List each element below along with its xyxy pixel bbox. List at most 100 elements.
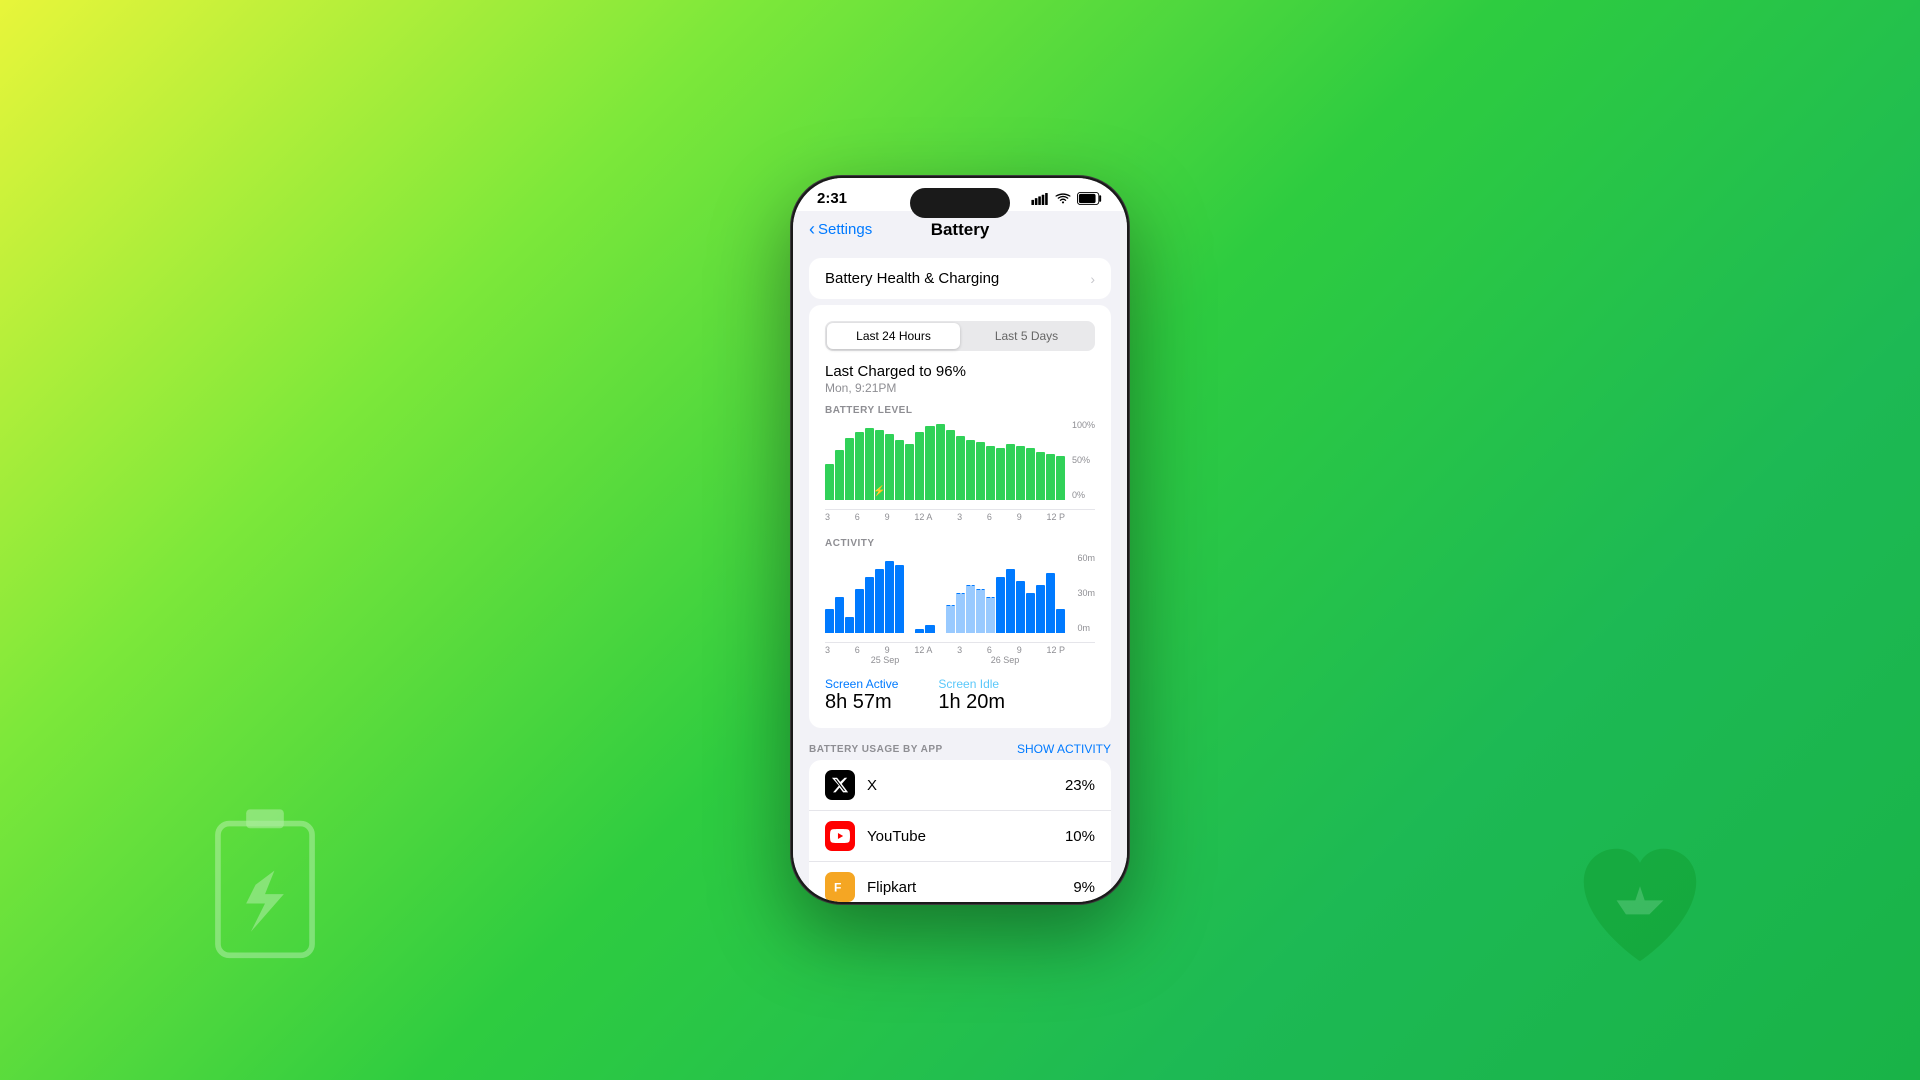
youtube-logo bbox=[830, 826, 850, 846]
act-x-12p: 12 P bbox=[1046, 645, 1065, 655]
activity-bar bbox=[1026, 593, 1035, 633]
battery-health-row[interactable]: Battery Health & Charging › bbox=[809, 258, 1111, 299]
app-row-flipkart[interactable]: F Flipkart 9% bbox=[809, 862, 1111, 902]
back-chevron: ‹ bbox=[809, 219, 815, 240]
battery-bar bbox=[835, 450, 844, 500]
activity-bar bbox=[1056, 609, 1065, 633]
act-y-0: 0m bbox=[1077, 623, 1095, 633]
activity-bar bbox=[875, 569, 884, 633]
phone-screen: 2:31 bbox=[793, 178, 1127, 902]
activity-bar bbox=[865, 577, 874, 633]
battery-health-card[interactable]: Battery Health & Charging › bbox=[809, 258, 1111, 299]
activity-bar bbox=[895, 565, 904, 633]
x-app-name: X bbox=[867, 777, 1053, 794]
wifi-icon bbox=[1054, 193, 1072, 205]
time-range-selector[interactable]: Last 24 Hours Last 5 Days bbox=[825, 321, 1095, 351]
screen-active-label: Screen Active bbox=[825, 677, 898, 691]
youtube-app-icon bbox=[825, 821, 855, 851]
battery-x-labels: 3 6 9 12 A 3 6 9 12 P bbox=[825, 512, 1095, 522]
x-label-3pm: 3 bbox=[957, 512, 962, 522]
battery-y-labels: 100% 50% 0% bbox=[1072, 420, 1095, 500]
health-chevron: › bbox=[1090, 271, 1095, 287]
screen-active-value: 8h 57m bbox=[825, 691, 898, 714]
back-button[interactable]: ‹ Settings bbox=[809, 219, 872, 240]
activity-bar bbox=[825, 609, 834, 633]
battery-bar bbox=[1056, 456, 1065, 500]
app-row-x[interactable]: X 23% bbox=[809, 760, 1111, 811]
activity-bar bbox=[956, 593, 965, 633]
activity-bar bbox=[996, 577, 1005, 633]
activity-date-labels: 25 Sep 26 Sep bbox=[825, 655, 1095, 665]
x-app-icon bbox=[825, 770, 855, 800]
act-x-12a: 12 A bbox=[914, 645, 932, 655]
activity-bar bbox=[966, 585, 975, 633]
dynamic-island bbox=[910, 188, 1010, 218]
battery-bar bbox=[976, 442, 985, 500]
screen-activity: Screen Active 8h 57m Screen Idle 1h 20m bbox=[809, 667, 1111, 724]
act-x-6p: 6 bbox=[987, 645, 992, 655]
battery-bar bbox=[946, 430, 955, 500]
screen-idle-item: Screen Idle 1h 20m bbox=[938, 677, 1005, 714]
battery-level-chart: 100% 50% 0% ⚡ bbox=[825, 420, 1095, 510]
charge-title: Last Charged to 96% bbox=[825, 363, 1095, 380]
activity-label: ACTIVITY bbox=[825, 538, 1095, 549]
y-label-100: 100% bbox=[1072, 420, 1095, 430]
activity-bar bbox=[925, 625, 934, 633]
battery-bar bbox=[936, 424, 945, 500]
content-area[interactable]: Battery Health & Charging › Last 24 Hour… bbox=[793, 244, 1127, 902]
chart-card: Last 24 Hours Last 5 Days Last Charged t… bbox=[809, 305, 1111, 728]
bg-heart-icon bbox=[1560, 830, 1720, 980]
date-26sep: 26 Sep bbox=[991, 655, 1020, 665]
act-x-9p: 9 bbox=[1017, 645, 1022, 655]
y-label-50: 50% bbox=[1072, 455, 1095, 465]
status-time: 2:31 bbox=[817, 190, 847, 207]
activity-bar bbox=[946, 605, 955, 633]
battery-bar bbox=[1006, 444, 1015, 500]
battery-bar bbox=[845, 438, 854, 500]
battery-bar bbox=[1026, 448, 1035, 500]
charge-time: Mon, 9:21PM bbox=[825, 381, 1095, 395]
battery-icon bbox=[1077, 192, 1103, 205]
y-label-0: 0% bbox=[1072, 490, 1095, 500]
activity-bar bbox=[986, 597, 995, 633]
screen-active-item: Screen Active 8h 57m bbox=[825, 677, 898, 714]
battery-health-label: Battery Health & Charging bbox=[825, 270, 999, 287]
battery-bar bbox=[915, 432, 924, 500]
status-icons bbox=[1031, 192, 1103, 205]
x-label-12p: 12 P bbox=[1046, 512, 1065, 522]
x-label-3am: 3 bbox=[825, 512, 830, 522]
act-y-60: 60m bbox=[1077, 553, 1095, 563]
x-label-6am: 6 bbox=[855, 512, 860, 522]
screen-idle-value: 1h 20m bbox=[938, 691, 1005, 714]
battery-level-label: BATTERY LEVEL bbox=[825, 405, 1095, 416]
svg-text:F: F bbox=[834, 881, 841, 895]
back-label[interactable]: Settings bbox=[818, 221, 872, 238]
battery-bar bbox=[925, 426, 934, 500]
act-x-9: 9 bbox=[885, 645, 890, 655]
signal-icon bbox=[1031, 193, 1049, 205]
flipkart-app-pct: 9% bbox=[1073, 879, 1095, 896]
activity-bar bbox=[1006, 569, 1015, 633]
phone-frame: 2:31 bbox=[790, 175, 1130, 905]
flipkart-app-icon: F bbox=[825, 872, 855, 902]
app-row-youtube[interactable]: YouTube 10% bbox=[809, 811, 1111, 862]
battery-bar bbox=[905, 444, 914, 500]
activity-bar bbox=[1016, 581, 1025, 633]
act-y-30: 30m bbox=[1077, 588, 1095, 598]
act-x-3p: 3 bbox=[957, 645, 962, 655]
screen-idle-label: Screen Idle bbox=[938, 677, 1005, 691]
activity-x-labels: 3 6 9 12 A 3 6 9 12 P bbox=[825, 645, 1095, 655]
youtube-app-name: YouTube bbox=[867, 828, 1053, 845]
show-activity-button[interactable]: SHOW ACTIVITY bbox=[1017, 742, 1111, 756]
last-24-hours-button[interactable]: Last 24 Hours bbox=[827, 323, 960, 349]
battery-bar bbox=[885, 434, 894, 500]
activity-bars bbox=[825, 553, 1095, 633]
bg-battery-icon bbox=[200, 800, 330, 960]
nav-title: Battery bbox=[931, 220, 990, 240]
usage-title: BATTERY USAGE BY APP bbox=[809, 744, 943, 755]
x-label-9pm: 9 bbox=[1017, 512, 1022, 522]
battery-bar bbox=[1036, 452, 1045, 500]
x-label-6pm: 6 bbox=[987, 512, 992, 522]
act-x-6: 6 bbox=[855, 645, 860, 655]
last-5-days-button[interactable]: Last 5 Days bbox=[960, 323, 1093, 349]
